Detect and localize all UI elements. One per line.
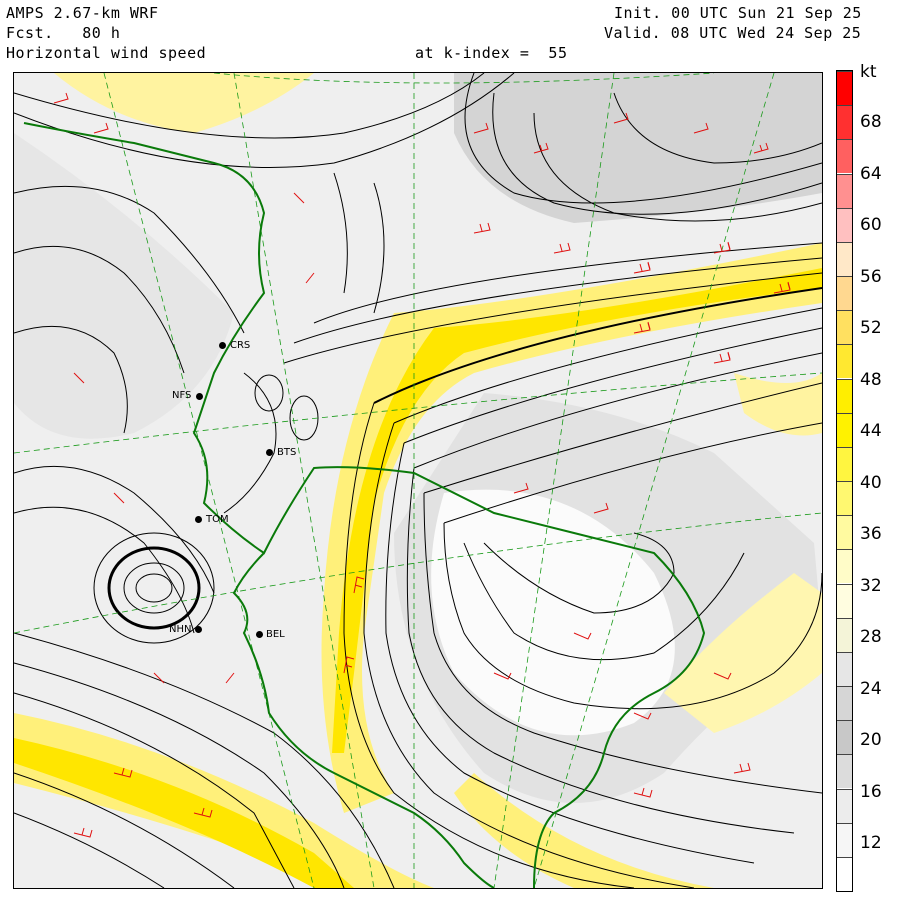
colorbar-segment: [837, 276, 852, 311]
colorbar-segment: [837, 617, 852, 652]
station-marker-tom: [195, 516, 202, 523]
colorbar-tick-label: 36: [860, 524, 882, 544]
field-name: Horizontal wind speed: [6, 44, 207, 62]
colorbar-segment: [837, 344, 852, 379]
station-label-nfs: NFS: [172, 390, 192, 401]
colorbar-segment: [837, 207, 852, 242]
colorbar-segment: [837, 71, 852, 106]
colorbar-segment: [837, 241, 852, 276]
colorbar-tick-label: 12: [860, 833, 882, 853]
colorbar-tick-label: 16: [860, 781, 882, 802]
colorbar-tick-label: 60: [860, 215, 882, 235]
station-label-nhn: NHN: [169, 624, 192, 635]
model-title: AMPS 2.67-km WRF: [6, 4, 159, 22]
station-marker-bts: [266, 449, 273, 456]
colorbar-segment: [837, 378, 852, 413]
map-graphics: [14, 73, 822, 888]
station-label-tom: TOM: [206, 514, 229, 525]
station-marker-crs: [219, 342, 226, 349]
colorbar-tick-label: 32: [860, 575, 882, 596]
colorbar-tick-label: 24: [860, 678, 882, 699]
forecast-hour: Fcst. 80 h: [6, 24, 121, 42]
station-label-crs: CRS: [230, 340, 251, 351]
colorbar-segment: [837, 822, 852, 857]
colorbar-tick-label: 44: [860, 421, 882, 441]
colorbar-tick-label: 40: [860, 472, 882, 493]
colorbar-unit: kt: [860, 62, 877, 82]
colorbar-segment: [837, 651, 852, 686]
k-index-label: at k-index = 55: [415, 44, 568, 62]
colorbar-segment: [837, 549, 852, 584]
wind-speed-map: CRS NFS BTS TOM NHN BEL: [13, 72, 823, 889]
station-label-bel: BEL: [266, 629, 285, 640]
colorbar-tick-label: 28: [860, 627, 882, 647]
colorbar-segment: [837, 856, 852, 891]
station-marker-nhn: [195, 626, 202, 633]
colorbar-segment: [837, 310, 852, 345]
colorbar-tick-label: 56: [860, 266, 882, 287]
colorbar-tick-label: 52: [860, 318, 882, 338]
colorbar-segment: [837, 788, 852, 823]
init-time: Init. 00 UTC Sun 21 Sep 25: [614, 4, 862, 22]
colorbar-tick-label: 68: [860, 112, 882, 132]
colorbar-segment: [837, 515, 852, 550]
station-marker-nfs: [196, 393, 203, 400]
colorbar-segment: [837, 754, 852, 789]
valid-time: Valid. 08 UTC Wed 24 Sep 25: [604, 24, 862, 42]
colorbar-segment: [837, 412, 852, 447]
station-marker-bel: [256, 631, 263, 638]
colorbar: [836, 70, 853, 892]
colorbar-segment: [837, 481, 852, 516]
colorbar-segment: [837, 446, 852, 481]
colorbar-tick-label: 20: [860, 730, 882, 750]
colorbar-segment: [837, 139, 852, 174]
colorbar-segment: [837, 686, 852, 721]
colorbar-segment: [837, 583, 852, 618]
colorbar-segment: [837, 173, 852, 208]
colorbar-tick-label: 64: [860, 163, 882, 184]
colorbar-tick-label: 48: [860, 369, 882, 390]
colorbar-segment: [837, 720, 852, 755]
colorbar-segment: [837, 105, 852, 140]
station-label-bts: BTS: [277, 447, 297, 458]
